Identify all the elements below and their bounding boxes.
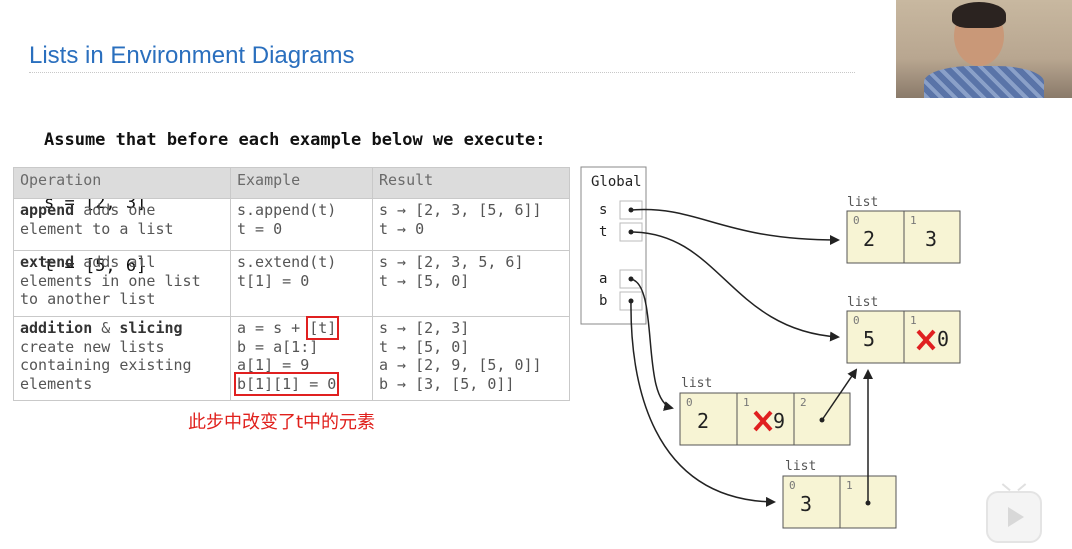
list-label: list [847, 295, 878, 310]
frame-var-a: a [599, 269, 643, 289]
list-index: 1 [910, 314, 917, 327]
environment-diagram: Global s t a b list 0 1 2 3 list 0 1 5 0… [580, 166, 961, 529]
list-s: list 0 1 2 3 [846, 195, 961, 264]
list-value: 2 [697, 409, 709, 433]
var-name: s [599, 202, 607, 218]
list-index: 0 [853, 214, 860, 227]
list-index: 1 [910, 214, 917, 227]
list-value: 3 [800, 492, 812, 516]
list-label: list [847, 195, 878, 210]
list-t: list 0 1 5 0 [846, 295, 961, 364]
var-name: b [599, 293, 607, 309]
list-a: list 0 1 2 2 9 [679, 376, 851, 446]
list-label: list [785, 459, 816, 474]
list-label: list [681, 376, 712, 391]
var-name: a [599, 271, 607, 287]
list-b: list 0 1 3 [782, 459, 897, 529]
list-value: 3 [925, 227, 937, 251]
list-index: 0 [789, 479, 796, 492]
frame-var-b: b [599, 291, 643, 311]
list-value: 5 [863, 327, 875, 351]
list-index: 2 [800, 396, 807, 409]
pointer-s [630, 208, 840, 245]
var-name: t [599, 224, 607, 240]
list-index: 1 [846, 479, 853, 492]
list-index: 0 [686, 396, 693, 409]
list-index: 0 [853, 314, 860, 327]
list-index: 1 [743, 396, 750, 409]
play-button[interactable] [986, 483, 1042, 543]
list-value: 9 [773, 409, 785, 433]
list-value: 2 [863, 227, 875, 251]
pointer-t [630, 231, 840, 342]
frame-label: Global [591, 174, 642, 190]
play-icon [1008, 507, 1024, 527]
global-frame: Global s t a b [580, 166, 647, 325]
list-value: 0 [937, 327, 949, 351]
